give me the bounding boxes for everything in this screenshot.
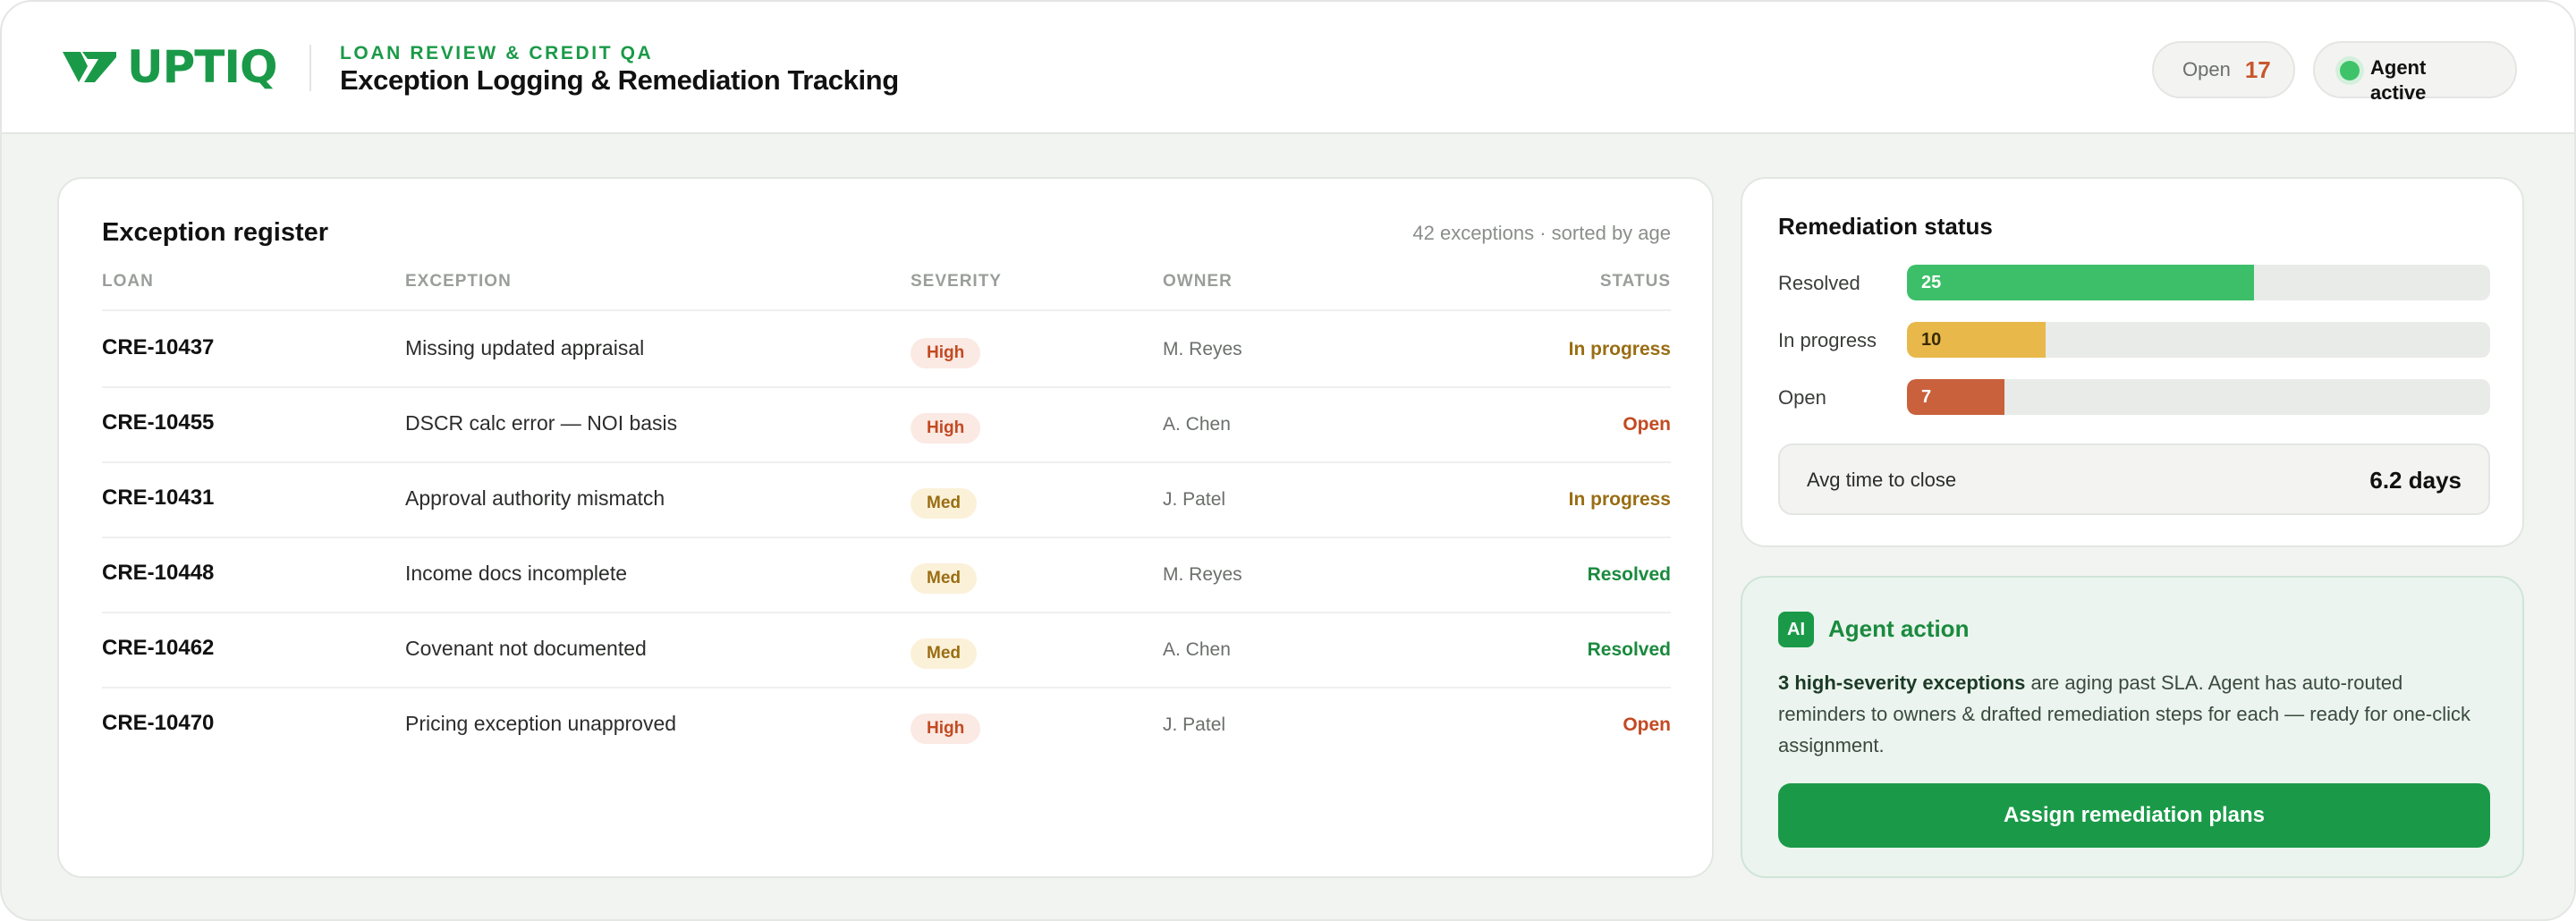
bar-track: 10: [1907, 322, 2490, 358]
agent-action-card: AI Agent action 3 high-severity exceptio…: [1741, 576, 2524, 878]
column-header-status[interactable]: STATUS: [1600, 272, 1671, 292]
row-owner: J. Patel: [1163, 714, 1226, 735]
table-row[interactable]: CRE-10437 Missing updated appraisal High M.…: [102, 311, 1671, 386]
row-loan-id[interactable]: CRE-10462: [102, 636, 214, 661]
remediation-status-card: Remediation status Resolved 25 In progress…: [1741, 177, 2524, 547]
bar-fill: 25: [1907, 265, 2254, 300]
table-row[interactable]: CRE-10455 DSCR calc error — NOI basis High…: [102, 386, 1671, 461]
row-exception: Covenant not documented: [405, 637, 647, 660]
register-meta: 42 exceptions · sorted by age: [1412, 222, 1671, 244]
bar-track: 7: [1907, 379, 2490, 415]
bar-label: Resolved: [1778, 272, 1860, 294]
avg-time-box: Avg time to close 6.2 days: [1778, 444, 2490, 515]
severity-badge: Med: [911, 488, 977, 519]
row-status: Open: [1623, 414, 1671, 435]
assign-remediation-plans-button[interactable]: Assign remediation plans: [1778, 783, 2490, 848]
row-exception: DSCR calc error — NOI basis: [405, 411, 678, 435]
header-divider: [309, 45, 311, 91]
agent-action-message: 3 high-severity exceptions are aging pas…: [1778, 667, 2494, 761]
row-exception: Approval authority mismatch: [405, 486, 665, 510]
row-loan-id[interactable]: CRE-10437: [102, 335, 214, 360]
page-title: Exception Logging & Remediation Tracking: [340, 64, 899, 96]
column-header-owner[interactable]: OWNER: [1163, 272, 1233, 292]
row-owner: M. Reyes: [1163, 339, 1242, 359]
bar-value: 7: [1921, 387, 1932, 407]
row-status: In progress: [1568, 489, 1671, 510]
row-owner: J. Patel: [1163, 489, 1226, 510]
app-header: UPTIQ LOAN REVIEW & CREDIT QA Exception …: [2, 2, 2574, 134]
agent-status-label: Agent active: [2370, 56, 2427, 104]
remediation-title: Remediation status: [1778, 213, 1993, 240]
row-owner: M. Reyes: [1163, 564, 1242, 585]
avg-time-value: 6.2 days: [2369, 467, 2462, 494]
column-header-exception[interactable]: EXCEPTION: [405, 272, 512, 292]
avg-time-label: Avg time to close: [1807, 469, 1957, 491]
open-count-pill[interactable]: Open 17: [2152, 41, 2295, 98]
agent-action-title: Agent action: [1828, 615, 1970, 642]
ai-badge-icon: AI: [1778, 612, 1814, 647]
bar-fill: 10: [1907, 322, 2046, 358]
bar-label: In progress: [1778, 329, 1877, 351]
row-exception: Missing updated appraisal: [405, 336, 645, 359]
severity-badge: High: [911, 714, 981, 744]
bar-fill: 7: [1907, 379, 2004, 415]
row-status: Open: [1623, 714, 1671, 735]
severity-badge: High: [911, 338, 981, 368]
bar-value: 25: [1921, 273, 1942, 292]
row-status: Resolved: [1587, 639, 1671, 660]
open-count-value: 17: [2244, 55, 2271, 83]
severity-badge: Med: [911, 638, 977, 669]
row-loan-id[interactable]: CRE-10455: [102, 410, 214, 435]
bar-label: Open: [1778, 386, 1826, 409]
row-loan-id[interactable]: CRE-10431: [102, 486, 214, 511]
row-exception: Income docs incomplete: [405, 562, 628, 585]
header-eyebrow: LOAN REVIEW & CREDIT QA: [340, 43, 654, 63]
column-header-severity[interactable]: SEVERITY: [911, 272, 1002, 292]
row-status: In progress: [1568, 339, 1671, 359]
agent-status-dot-icon: [2340, 61, 2360, 80]
table-row[interactable]: CRE-10470 Pricing exception unapproved Hig…: [102, 687, 1671, 762]
open-count-label: Open: [2182, 58, 2231, 80]
column-header-loan[interactable]: LOAN: [102, 272, 154, 292]
severity-badge: High: [911, 413, 981, 444]
brand-name: UPTIQ: [127, 41, 277, 93]
table-row[interactable]: CRE-10448 Income docs incomplete Med M. Rey…: [102, 537, 1671, 612]
row-loan-id[interactable]: CRE-10448: [102, 561, 214, 586]
app-frame: UPTIQ LOAN REVIEW & CREDIT QA Exception …: [0, 0, 2576, 921]
agent-status-pill[interactable]: Agent active: [2313, 41, 2517, 104]
table-row[interactable]: CRE-10462 Covenant not documented Med A. Ch…: [102, 612, 1671, 687]
row-status: Resolved: [1587, 564, 1671, 585]
bar-value: 10: [1921, 330, 1942, 350]
row-loan-id[interactable]: CRE-10470: [102, 711, 214, 736]
agent-message-highlight: 3 high-severity exceptions: [1778, 672, 2026, 694]
bar-track: 25: [1907, 265, 2490, 300]
severity-badge: Med: [911, 563, 977, 594]
exception-register-card: Exception register 42 exceptions · sorte…: [57, 177, 1714, 878]
brand-logo[interactable]: UPTIQ: [63, 41, 277, 93]
row-owner: A. Chen: [1163, 639, 1231, 660]
table-row[interactable]: CRE-10431 Approval authority mismatch Med J…: [102, 461, 1671, 537]
uptiq-logo-icon: [63, 52, 116, 82]
row-exception: Pricing exception unapproved: [405, 712, 677, 735]
row-owner: A. Chen: [1163, 414, 1231, 435]
register-title: Exception register: [102, 218, 329, 247]
